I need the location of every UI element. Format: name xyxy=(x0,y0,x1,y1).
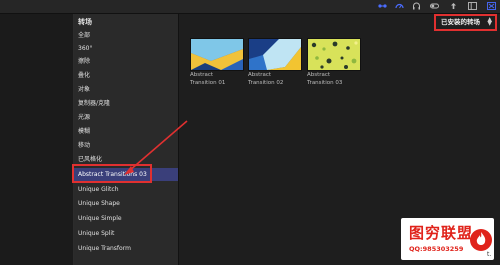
toggle-icon[interactable] xyxy=(430,2,439,10)
connect-icon[interactable] xyxy=(378,2,387,10)
transition-thumbnail-02[interactable] xyxy=(248,38,302,71)
installed-transitions-dropdown[interactable]: 已安装的转场 ▲ ▼ xyxy=(434,14,497,31)
sidebar-item-blurs[interactable]: 模糊 xyxy=(74,125,178,138)
sidebar-item-dissolves[interactable]: 叠化 xyxy=(74,69,178,82)
watermark-title: 图穷联盟 xyxy=(409,224,474,242)
sidebar-item-unique-shape[interactable]: Unique Shape xyxy=(74,197,178,210)
sidebar-item-movements[interactable]: 移动 xyxy=(74,139,178,152)
transitions-sidebar: 转场 全部 360° 擦除 叠化 对象 复制器/克隆 光源 模糊 移动 已风格化… xyxy=(74,14,179,265)
thumbnail-label-01: Abstract Transition 01 xyxy=(190,72,226,86)
sidebar-item-unique-split[interactable]: Unique Split xyxy=(74,227,178,240)
sidebar-item-360[interactable]: 360° xyxy=(74,42,178,55)
abstract-transition-03-preview xyxy=(308,39,360,70)
transition-thumbnail-01[interactable] xyxy=(190,38,244,71)
sidebar-item-wipes[interactable]: 擦除 xyxy=(74,55,178,68)
left-gutter xyxy=(0,14,74,265)
layout-icon[interactable] xyxy=(468,2,477,10)
sidebar-item-all[interactable]: 全部 xyxy=(74,29,178,42)
sidebar-item-replicator[interactable]: 复制器/克隆 xyxy=(74,97,178,110)
close-icon[interactable] xyxy=(487,2,496,10)
transition-thumbnail-03[interactable] xyxy=(307,38,361,71)
thumbnail-label-02: Abstract Transition 02 xyxy=(248,72,284,86)
sidebar-title: 转场 xyxy=(78,18,92,26)
sidebar-item-unique-transform[interactable]: Unique Transform xyxy=(74,242,178,255)
watermark-suffix: t. xyxy=(487,251,492,258)
thumbnail-label-03: Abstract Transition 03 xyxy=(307,72,343,86)
speed-icon[interactable] xyxy=(395,2,404,10)
abstract-transition-02-preview xyxy=(249,39,301,70)
watermark-qq: QQ:985303259 xyxy=(409,245,464,253)
updown-chevron-icon: ▲ ▼ xyxy=(487,16,492,27)
sidebar-item-unique-glitch[interactable]: Unique Glitch xyxy=(74,183,178,196)
sidebar-item-objects[interactable]: 对象 xyxy=(74,83,178,96)
dropdown-label: 已安装的转场 xyxy=(441,18,480,26)
flame-logo-icon xyxy=(470,229,492,251)
sidebar-item-unique-simple[interactable]: Unique Simple xyxy=(74,212,178,225)
abstract-transition-01-preview xyxy=(191,39,243,70)
sidebar-item-stylized[interactable]: 已风格化 xyxy=(74,153,178,166)
share-icon[interactable] xyxy=(449,2,458,10)
watermark-badge: 图穷联盟 QQ:985303259 t. xyxy=(401,218,494,260)
headphones-icon[interactable] xyxy=(412,2,421,10)
top-toolbar xyxy=(0,0,500,14)
sidebar-item-lights[interactable]: 光源 xyxy=(74,111,178,124)
sidebar-item-abstract-transitions-03[interactable]: Abstract Transitions 03 xyxy=(74,168,178,181)
